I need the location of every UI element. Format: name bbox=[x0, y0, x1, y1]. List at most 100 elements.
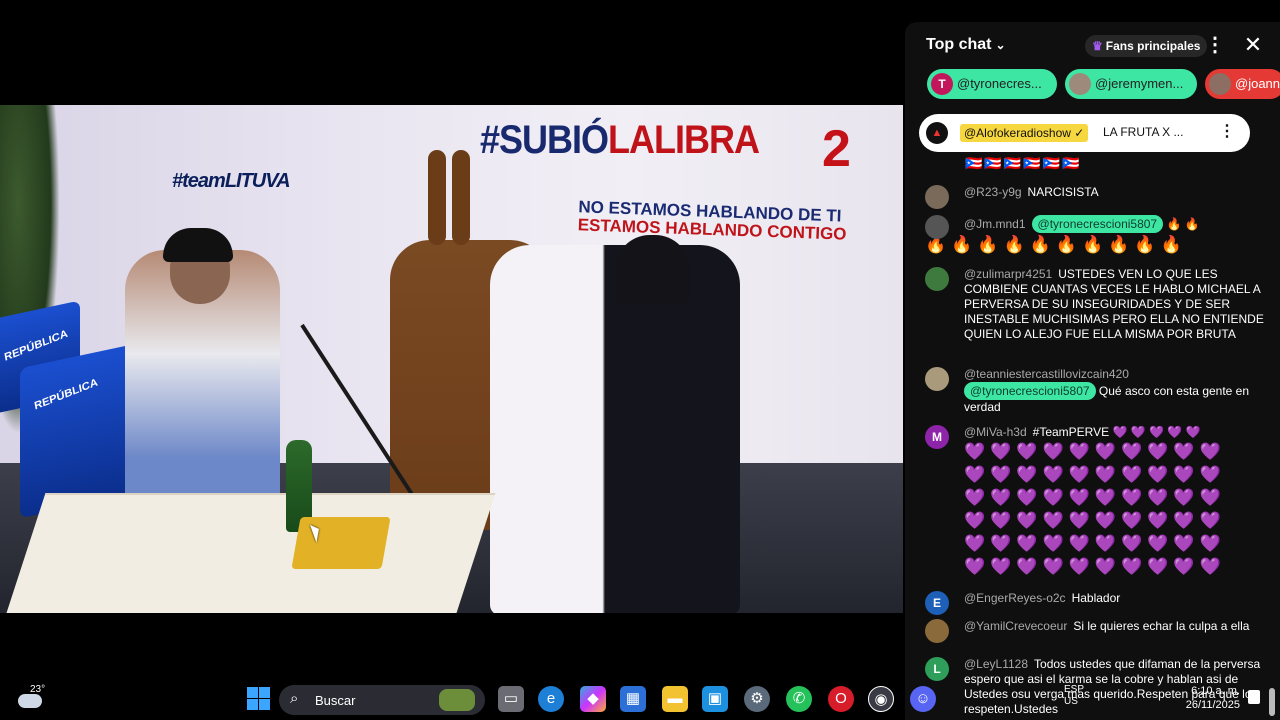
settings-gear-icon[interactable]: ⚙ bbox=[744, 686, 770, 712]
author-name[interactable]: @MiVa-h3d bbox=[964, 425, 1027, 439]
hashtag-part-2: LALIBRA bbox=[608, 116, 760, 162]
task-view-icon[interactable]: ▭ bbox=[498, 686, 524, 712]
chat-message: @YamilCrevecoeur Si le quieres echar la c… bbox=[925, 619, 1265, 643]
chat-messages: 🇵🇷🇵🇷🇵🇷🇵🇷🇵🇷🇵🇷 @R23-y9g NARCISISTA @Jm.mnd1… bbox=[905, 153, 1280, 720]
mention-chip[interactable]: @tyronecrescioni5807 bbox=[1031, 215, 1164, 233]
message-text: Hablador bbox=[1071, 591, 1121, 605]
avatar: E bbox=[925, 591, 949, 615]
slogan: NO ESTAMOS HABLANDO DE TI ESTAMOS HABLAN… bbox=[577, 197, 847, 243]
avatar bbox=[1069, 73, 1091, 95]
emoji-line: 💜💜💜💜💜💜💜💜💜💜 bbox=[964, 465, 1226, 484]
ticker-item[interactable]: T @tyronecres... bbox=[927, 69, 1057, 99]
costume-ear bbox=[428, 150, 446, 245]
more-options-icon[interactable]: ⋮ bbox=[1205, 34, 1225, 58]
chat-title: Top chat bbox=[926, 36, 992, 53]
costume-ear bbox=[452, 150, 470, 245]
chair-logo: REPÚBLICA bbox=[33, 376, 99, 413]
fans-button[interactable]: ♛ Fans principales bbox=[1085, 35, 1208, 57]
mention-chip[interactable]: @tyronecrescioni5807 bbox=[964, 382, 1096, 400]
close-icon[interactable]: ✕ bbox=[1241, 34, 1265, 58]
pirate-hat bbox=[615, 235, 690, 305]
ticker-item[interactable]: @jeremymen... bbox=[1065, 69, 1197, 99]
obs-icon[interactable]: ◉ bbox=[868, 686, 894, 712]
avatar bbox=[925, 619, 949, 643]
edge-icon[interactable]: e bbox=[538, 686, 564, 712]
chat-message: @teanniestercastillovizcain420 @tyronecre… bbox=[925, 367, 1265, 415]
windows-start-icon[interactable] bbox=[246, 686, 272, 712]
search-highlight-icon bbox=[439, 689, 475, 711]
cloud-icon bbox=[18, 694, 42, 708]
live-chat-panel: Top chat ⌄ ♛ Fans principales ⋮ ✕ T @tyron… bbox=[905, 22, 1280, 720]
folder-icon[interactable]: ▬ bbox=[662, 686, 688, 712]
search-placeholder: Buscar bbox=[315, 693, 356, 708]
ticker-user: @tyronecres... bbox=[957, 76, 1042, 91]
emoji-line: 💜💜💜💜💜💜💜💜💜💜 bbox=[964, 442, 1226, 461]
avatar bbox=[925, 367, 949, 391]
avatar bbox=[1209, 73, 1231, 95]
emoji-line: 💜💜💜💜💜💜💜💜💜💜 bbox=[964, 534, 1226, 553]
message-emoji: 💜 💜 💜 💜 💜 bbox=[1112, 425, 1201, 439]
avatar bbox=[925, 267, 949, 291]
pinned-avatar: ▲ bbox=[926, 122, 948, 144]
clock-date: 26/11/2025 bbox=[1185, 699, 1240, 711]
chat-message: @zulimarpr4251 USTEDES VEN LO QUE LES COM… bbox=[925, 267, 1265, 342]
author-name[interactable]: @LeyL1128 bbox=[964, 657, 1028, 671]
taskbar: 23° ⌕ Buscar ▭ e ◆ ▦ ▬ ▣ ⚙ ✆ O ◉ ☺ ESP U… bbox=[0, 678, 1280, 720]
message-text: Si le quieres echar la culpa a ella bbox=[1073, 619, 1250, 633]
chat-message: E @EngerReyes-o2c Hablador bbox=[925, 591, 1265, 615]
clock[interactable]: 6:10 a. m. 26/11/2025 bbox=[1180, 684, 1240, 712]
table bbox=[0, 493, 496, 613]
author-name[interactable]: @zulimarpr4251 bbox=[964, 267, 1052, 281]
store-icon[interactable]: ▦ bbox=[620, 686, 646, 712]
clock-time: 6:10 a. m. bbox=[1191, 685, 1240, 697]
ticker-item[interactable]: @joann bbox=[1205, 69, 1280, 99]
emoji-line: 💜💜💜💜💜💜💜💜💜💜 bbox=[964, 511, 1226, 530]
author-name[interactable]: @Jm.mnd1 bbox=[964, 217, 1026, 231]
notification-icon[interactable] bbox=[1248, 690, 1260, 704]
more-options-icon[interactable]: ⋮ bbox=[1219, 121, 1235, 145]
ticker-user: @jeremymen... bbox=[1095, 76, 1184, 91]
emoji-line: 💜💜💜💜💜💜💜💜💜💜 bbox=[964, 488, 1226, 507]
cap bbox=[163, 228, 233, 262]
author-name[interactable]: @R23-y9g bbox=[964, 185, 1022, 199]
avatar bbox=[925, 215, 949, 239]
taskbar-search[interactable]: ⌕ Buscar bbox=[279, 685, 485, 715]
wall-logo: #teamLITUVA bbox=[172, 170, 291, 192]
weather-widget[interactable]: 23° bbox=[16, 684, 48, 714]
chat-mode-dropdown[interactable]: Top chat ⌄ bbox=[926, 36, 1006, 54]
person-pirate bbox=[490, 235, 740, 613]
video-player[interactable]: REPÚBLICA REPÚBLICA #teamLITUVA #SUBIÓLA… bbox=[0, 105, 903, 613]
pinned-user: @Alofokeradioshow ✓ bbox=[960, 124, 1089, 142]
chat-header: Top chat ⌄ ♛ Fans principales ⋮ ✕ bbox=[905, 22, 1280, 68]
emoji-line: 💜💜💜💜💜💜💜💜💜💜 bbox=[964, 557, 1226, 576]
widgets-icon[interactable]: ▣ bbox=[702, 686, 728, 712]
language-indicator[interactable]: ESP US bbox=[1064, 684, 1084, 708]
author-name[interactable]: @teanniestercastillovizcain420 bbox=[964, 367, 1129, 381]
number-badge: 2 bbox=[822, 120, 851, 178]
message-text: NARCISISTA bbox=[1027, 185, 1099, 199]
fans-label: Fans principales bbox=[1105, 39, 1201, 53]
pinned-message[interactable]: ▲ @Alofokeradioshow ✓ LA FRUTA X ... ⋮ bbox=[919, 114, 1250, 152]
discord-icon[interactable]: ☺ bbox=[910, 686, 936, 712]
hashtag-part-1: #SUBIÓ bbox=[480, 116, 609, 162]
lang-region: US bbox=[1064, 696, 1078, 707]
ticker-bar: T @tyronecres... @jeremymen... @joann bbox=[927, 69, 1280, 99]
crown-icon: ♛ bbox=[1092, 39, 1103, 53]
copilot-icon[interactable]: ◆ bbox=[580, 686, 606, 712]
chat-message: @Jm.mnd1 @tyronecrescioni5807 🔥 🔥 🔥🔥🔥🔥🔥🔥🔥… bbox=[925, 215, 1265, 256]
author-name[interactable]: @EngerReyes-o2c bbox=[964, 591, 1066, 605]
screen: REPÚBLICA REPÚBLICA #teamLITUVA #SUBIÓLA… bbox=[0, 0, 1280, 720]
opera-icon[interactable]: O bbox=[828, 686, 854, 712]
pinned-text: LA FRUTA X ... bbox=[1103, 125, 1184, 139]
avatar: T bbox=[931, 73, 953, 95]
avatar bbox=[925, 185, 949, 209]
chat-message: M @MiVa-h3d #TeamPERVE 💜 💜 💜 💜 💜 💜💜💜💜💜💜💜💜… bbox=[925, 425, 1265, 578]
search-icon: ⌕ bbox=[290, 690, 299, 707]
avatar: M bbox=[925, 425, 949, 449]
chevron-down-icon: ⌄ bbox=[995, 38, 1006, 52]
hashtag-banner: #SUBIÓLALIBRA bbox=[480, 116, 760, 163]
message-emoji: 🔥 🔥 bbox=[1166, 217, 1200, 231]
author-name[interactable]: @YamilCrevecoeur bbox=[964, 619, 1067, 633]
yellow-box bbox=[291, 517, 391, 569]
whatsapp-icon[interactable]: ✆ bbox=[786, 686, 812, 712]
